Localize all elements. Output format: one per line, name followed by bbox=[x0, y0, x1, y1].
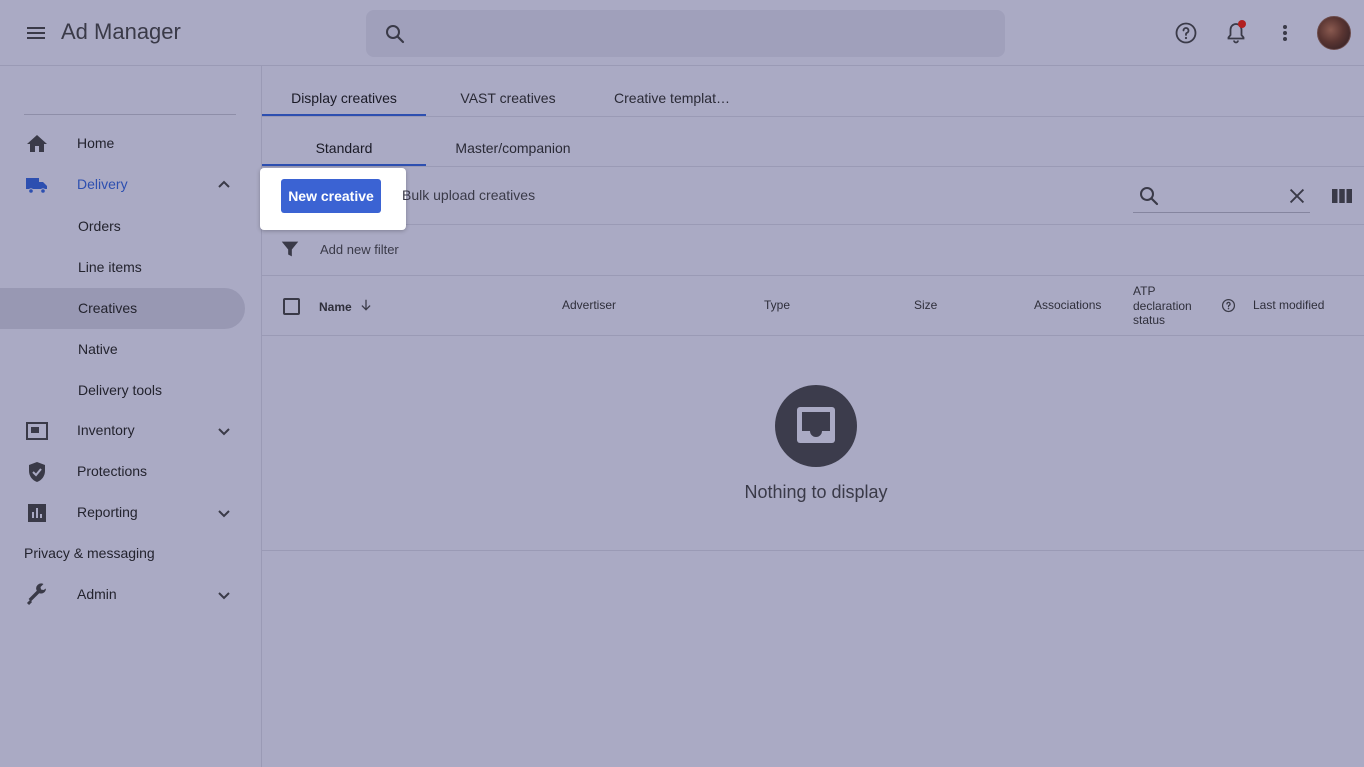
sidebar-nav: Home Delivery Orders Line items Creative… bbox=[0, 66, 262, 767]
filter-bar[interactable]: Add new filter bbox=[262, 224, 1364, 276]
tab-vast-creatives[interactable]: VAST creatives bbox=[426, 90, 590, 116]
sidebar-item-delivery-tools[interactable]: Delivery tools bbox=[0, 370, 245, 411]
tab-active-indicator bbox=[262, 164, 426, 166]
app-title: Ad Manager bbox=[61, 19, 181, 44]
global-search[interactable] bbox=[366, 10, 1005, 59]
column-type[interactable]: Type bbox=[764, 298, 790, 312]
sidebar-item-label: Creatives bbox=[78, 300, 138, 316]
chevron-down-icon[interactable] bbox=[212, 419, 236, 443]
column-last-modified[interactable]: Last modified bbox=[1253, 298, 1324, 312]
add-filter-label[interactable]: Add new filter bbox=[320, 242, 399, 257]
tab-display-creatives[interactable]: Display creatives bbox=[262, 90, 426, 116]
notification-badge bbox=[1238, 20, 1246, 28]
notifications-button[interactable] bbox=[1224, 20, 1248, 45]
truck-icon bbox=[26, 178, 47, 194]
column-atp-line: ATP bbox=[1133, 284, 1156, 298]
empty-inbox-icon bbox=[775, 385, 857, 467]
chevron-down-icon[interactable] bbox=[212, 501, 236, 525]
columns-icon[interactable] bbox=[1330, 184, 1354, 208]
home-icon bbox=[27, 135, 47, 152]
filter-icon bbox=[281, 241, 299, 257]
column-atp-line: status bbox=[1133, 313, 1166, 327]
tab-label: Display creatives bbox=[291, 90, 397, 106]
sidebar-item-label: Native bbox=[78, 341, 118, 357]
column-size[interactable]: Size bbox=[914, 298, 937, 312]
sidebar-divider bbox=[24, 114, 236, 115]
column-atp-declaration-status[interactable]: ATP declaration status bbox=[1133, 284, 1192, 328]
empty-state-message: Nothing to display bbox=[744, 482, 888, 502]
sidebar-item-creatives[interactable]: Creatives bbox=[0, 288, 245, 329]
primary-tabs: Display creatives VAST creatives Creativ… bbox=[262, 66, 1364, 117]
sidebar-item-home[interactable]: Home bbox=[0, 123, 245, 164]
sidebar-item-privacy-messaging[interactable]: Privacy & messaging bbox=[0, 533, 245, 574]
bulk-upload-button[interactable]: Bulk upload creatives bbox=[402, 187, 535, 203]
sidebar-item-line-items[interactable]: Line items bbox=[0, 247, 245, 288]
tab-label: VAST creatives bbox=[460, 90, 556, 106]
sidebar-item-label: Delivery tools bbox=[78, 382, 163, 398]
secondary-tabs: Standard Master/companion bbox=[262, 116, 1364, 167]
sidebar-item-delivery[interactable]: Delivery bbox=[0, 164, 245, 205]
tab-standard[interactable]: Standard bbox=[262, 140, 426, 166]
tab-master-companion[interactable]: Master/companion bbox=[426, 140, 600, 166]
sidebar-item-inventory[interactable]: Inventory bbox=[0, 410, 245, 451]
sidebar-item-label: Orders bbox=[78, 218, 121, 234]
select-all-checkbox[interactable] bbox=[283, 298, 300, 315]
inbox-icon bbox=[797, 407, 835, 443]
table-header: Name Advertiser Type Size Associations A… bbox=[262, 276, 1364, 336]
sort-arrow-down-icon[interactable] bbox=[359, 298, 373, 312]
sidebar-item-reporting[interactable]: Reporting bbox=[0, 492, 245, 533]
tab-label: Standard bbox=[315, 140, 373, 156]
main-content: Display creatives VAST creatives Creativ… bbox=[260, 66, 1364, 767]
sidebar-item-native[interactable]: Native bbox=[0, 329, 245, 370]
empty-state: Nothing to display bbox=[262, 336, 1364, 551]
help-icon[interactable] bbox=[1221, 298, 1236, 313]
sidebar-item-label: Line items bbox=[78, 259, 142, 275]
sidebar-item-label: Reporting bbox=[77, 504, 138, 520]
sidebar-item-orders[interactable]: Orders bbox=[0, 206, 245, 247]
shield-icon bbox=[29, 462, 45, 482]
more-vert-icon[interactable] bbox=[1273, 21, 1297, 45]
column-associations[interactable]: Associations bbox=[1034, 298, 1101, 312]
close-icon[interactable] bbox=[1286, 185, 1308, 207]
avatar[interactable] bbox=[1317, 16, 1351, 50]
table-search[interactable] bbox=[1133, 179, 1310, 213]
column-atp-line: declaration bbox=[1133, 298, 1192, 313]
sidebar-item-label: Delivery bbox=[77, 176, 128, 192]
spotlight-highlight: New creative bbox=[260, 168, 406, 230]
sidebar-item-label: Protections bbox=[77, 463, 148, 479]
sidebar-item-label: Privacy & messaging bbox=[24, 545, 155, 561]
search-icon bbox=[1140, 187, 1159, 206]
help-icon[interactable] bbox=[1174, 21, 1198, 45]
tab-creative-templates[interactable]: Creative templat… bbox=[590, 90, 754, 116]
chevron-down-icon[interactable] bbox=[212, 583, 236, 607]
top-app-bar: Ad Manager bbox=[0, 0, 1364, 66]
tab-label: Master/companion bbox=[455, 140, 571, 156]
global-search-input[interactable] bbox=[422, 10, 996, 59]
new-creative-button[interactable]: New creative bbox=[281, 179, 381, 213]
chevron-up-icon[interactable] bbox=[212, 173, 236, 197]
column-name[interactable]: Name bbox=[319, 300, 352, 314]
sidebar-item-protections[interactable]: Protections bbox=[0, 451, 245, 492]
sidebar-item-label: Inventory bbox=[77, 422, 135, 438]
creatives-toolbar: New creative Bulk upload creatives bbox=[260, 167, 1364, 230]
tab-label: Creative templat… bbox=[614, 90, 730, 106]
menu-icon[interactable] bbox=[24, 21, 48, 45]
column-advertiser[interactable]: Advertiser bbox=[562, 298, 616, 312]
sidebar-item-label: Home bbox=[77, 135, 115, 151]
inventory-icon bbox=[26, 422, 48, 440]
search-icon bbox=[386, 25, 405, 44]
bar-chart-icon bbox=[28, 504, 46, 522]
sidebar-item-admin[interactable]: Admin bbox=[0, 574, 245, 615]
sidebar-item-label: Admin bbox=[77, 586, 117, 602]
wrench-icon bbox=[26, 583, 47, 606]
